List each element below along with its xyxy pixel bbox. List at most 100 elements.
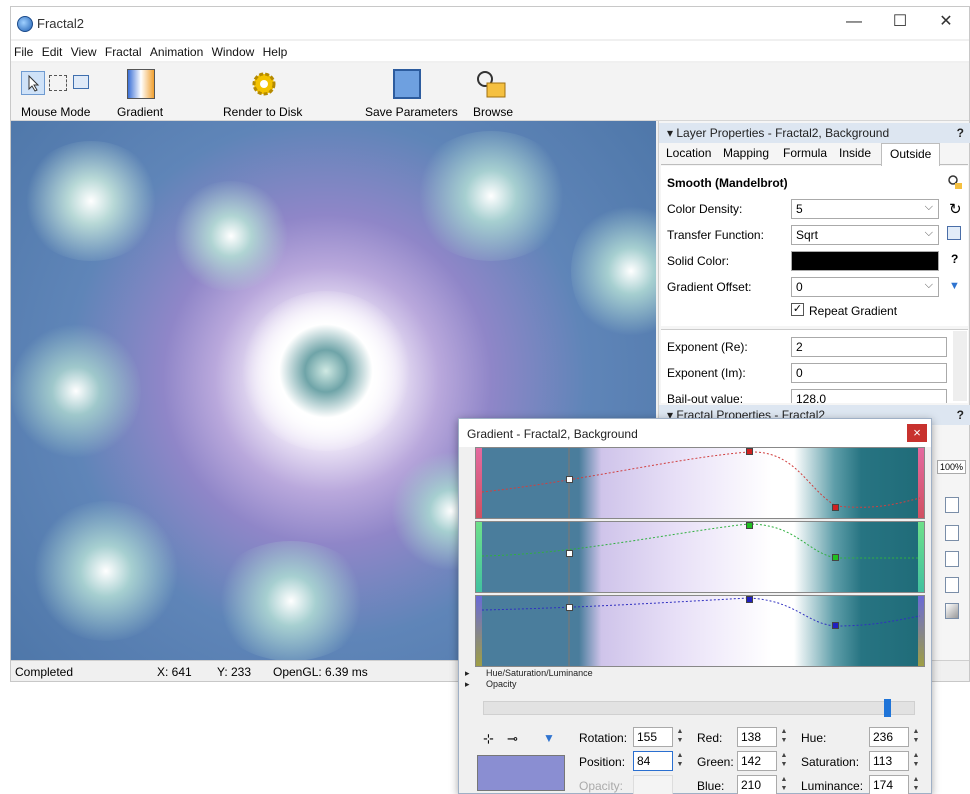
- tab-outside[interactable]: Outside: [881, 143, 941, 166]
- exponent-form: Exponent (Re): 2 Exponent (Im): 0 Bail-o…: [661, 329, 968, 403]
- rotation-input[interactable]: 155: [633, 727, 673, 747]
- close-button[interactable]: ×: [907, 424, 927, 442]
- current-color-swatch[interactable]: [477, 755, 565, 791]
- toolbar: Mouse Mode Gradient Render to Disk Save …: [11, 63, 969, 121]
- blue-input[interactable]: 210: [737, 775, 777, 794]
- tab-mapping[interactable]: Mapping: [723, 146, 769, 160]
- blue-spinner[interactable]: ▲ ▼: [779, 775, 789, 794]
- color-density-input[interactable]: 5 ⌵: [791, 199, 939, 219]
- help-icon[interactable]: ?: [957, 126, 964, 140]
- fractal-spiral: [571, 201, 656, 341]
- triangle-down-icon[interactable]: ▼: [949, 280, 960, 292]
- gradient-slider[interactable]: [483, 699, 915, 717]
- solid-color-swatch[interactable]: [791, 251, 939, 271]
- help-icon[interactable]: ?: [957, 408, 964, 422]
- save-parameters-button[interactable]: Save Parameters: [363, 65, 458, 121]
- green-channel-editor[interactable]: [475, 521, 925, 593]
- rotation-label: Rotation:: [579, 731, 628, 745]
- title-bar: Fractal2 — ☐ ✕: [11, 7, 969, 39]
- gradient-title-bar[interactable]: Gradient - Fractal2, Background ×: [459, 419, 931, 447]
- reset-icon[interactable]: ↻: [949, 200, 962, 218]
- blue-node[interactable]: [832, 622, 839, 629]
- select-rect-icon[interactable]: [49, 75, 67, 91]
- gradient-offset-input[interactable]: 0 ⌵: [791, 277, 939, 297]
- remove-node-icon[interactable]: ⊸: [507, 731, 518, 747]
- add-node-icon[interactable]: ⊹: [483, 731, 494, 747]
- exponent-re-input[interactable]: 2: [791, 337, 947, 357]
- scrollbar[interactable]: [953, 331, 967, 401]
- gradient-node[interactable]: [566, 550, 573, 557]
- rotation-spinner[interactable]: ▲ ▼: [675, 727, 685, 747]
- render-to-disk-button[interactable]: Render to Disk: [221, 65, 305, 121]
- chevron-down-icon: ⌵: [924, 279, 933, 291]
- opacity-expander[interactable]: ▸ Opacity: [465, 679, 593, 690]
- transfer-function-select[interactable]: Sqrt ⌵: [791, 225, 939, 245]
- triangle-down-icon[interactable]: ▼: [543, 731, 555, 745]
- fractal-spiral: [31, 501, 181, 641]
- opacity-input[interactable]: [633, 775, 673, 794]
- luminance-input[interactable]: 174: [869, 775, 909, 794]
- blue-node[interactable]: [746, 596, 753, 603]
- chevron-down-icon: ⌵: [924, 227, 933, 239]
- hue-spinner[interactable]: ▲ ▼: [911, 727, 921, 747]
- gradient-node[interactable]: [566, 604, 573, 611]
- red-input[interactable]: 138: [737, 727, 777, 747]
- tab-formula[interactable]: Formula: [783, 146, 827, 160]
- tab-location[interactable]: Location: [666, 146, 711, 160]
- render-to-disk-label: Render to Disk: [223, 105, 303, 119]
- edit-icon[interactable]: [947, 226, 961, 240]
- red-node[interactable]: [746, 448, 753, 455]
- green-label: Green:: [697, 755, 734, 769]
- menu-help[interactable]: Help: [260, 41, 290, 59]
- hue-input[interactable]: 236: [869, 727, 909, 747]
- outside-form: Smooth (Mandelbrot) Color Density: 5 ⌵ ↻ …: [661, 166, 968, 326]
- tab-inside[interactable]: Inside: [839, 146, 871, 160]
- mouse-mode-button[interactable]: Mouse Mode: [17, 65, 97, 121]
- position-spinner[interactable]: ▲ ▼: [675, 751, 685, 771]
- green-node[interactable]: [746, 522, 753, 529]
- browse-label: Browse: [473, 105, 514, 119]
- gradient-layer-icon[interactable]: [945, 603, 959, 619]
- fractal-spiral: [411, 131, 571, 261]
- blue-channel-editor[interactable]: [475, 595, 925, 667]
- bailout-input[interactable]: 128.0: [791, 389, 947, 403]
- red-node[interactable]: [832, 504, 839, 511]
- menu-fractal[interactable]: Fractal: [102, 41, 144, 59]
- menu-file[interactable]: File: [11, 41, 35, 59]
- exponent-im-label: Exponent (Im):: [667, 366, 746, 380]
- gradient-button[interactable]: Gradient: [117, 65, 167, 121]
- new-layer-icon[interactable]: [945, 497, 959, 513]
- add-layer-icon[interactable]: [945, 551, 959, 567]
- layer-tabs: Location Mapping Formula Inside Outside: [661, 143, 968, 166]
- slider-thumb[interactable]: [884, 699, 891, 717]
- copy-layer-icon[interactable]: [945, 525, 959, 541]
- browse-formula-icon[interactable]: [947, 174, 963, 193]
- exponent-im-input[interactable]: 0: [791, 363, 947, 383]
- saturation-spinner[interactable]: ▲ ▼: [911, 751, 921, 771]
- menu-edit[interactable]: Edit: [39, 41, 65, 59]
- red-channel-editor[interactable]: [475, 447, 925, 519]
- transfer-function-label: Transfer Function:: [667, 228, 764, 242]
- position-input[interactable]: 84: [633, 751, 673, 771]
- green-node[interactable]: [832, 554, 839, 561]
- luminance-spinner[interactable]: ▲ ▼: [911, 775, 921, 794]
- window-icon[interactable]: [73, 75, 89, 89]
- maximize-button[interactable]: ☐: [877, 7, 923, 39]
- gradient-node[interactable]: [566, 476, 573, 483]
- minimize-button[interactable]: —: [831, 7, 877, 39]
- menu-animation[interactable]: Animation: [147, 41, 205, 59]
- repeat-gradient-checkbox[interactable]: ✓: [791, 303, 804, 316]
- layer-properties-header[interactable]: ▾ Layer Properties - Fractal2, Backgroun…: [659, 123, 970, 143]
- green-input[interactable]: 142: [737, 751, 777, 771]
- browse-button[interactable]: Browse: [471, 65, 513, 121]
- saturation-input[interactable]: 113: [869, 751, 909, 771]
- green-spinner[interactable]: ▲ ▼: [779, 751, 789, 771]
- hsl-expander[interactable]: ▸ Hue/Saturation/Luminance: [465, 668, 593, 679]
- pointer-icon[interactable]: [21, 71, 45, 95]
- help-icon[interactable]: ?: [951, 252, 958, 266]
- menu-window[interactable]: Window: [209, 41, 257, 59]
- close-button[interactable]: ✕: [923, 7, 969, 39]
- red-spinner[interactable]: ▲ ▼: [779, 727, 789, 747]
- menu-view[interactable]: View: [68, 41, 99, 59]
- blank-layer-icon[interactable]: [945, 577, 959, 593]
